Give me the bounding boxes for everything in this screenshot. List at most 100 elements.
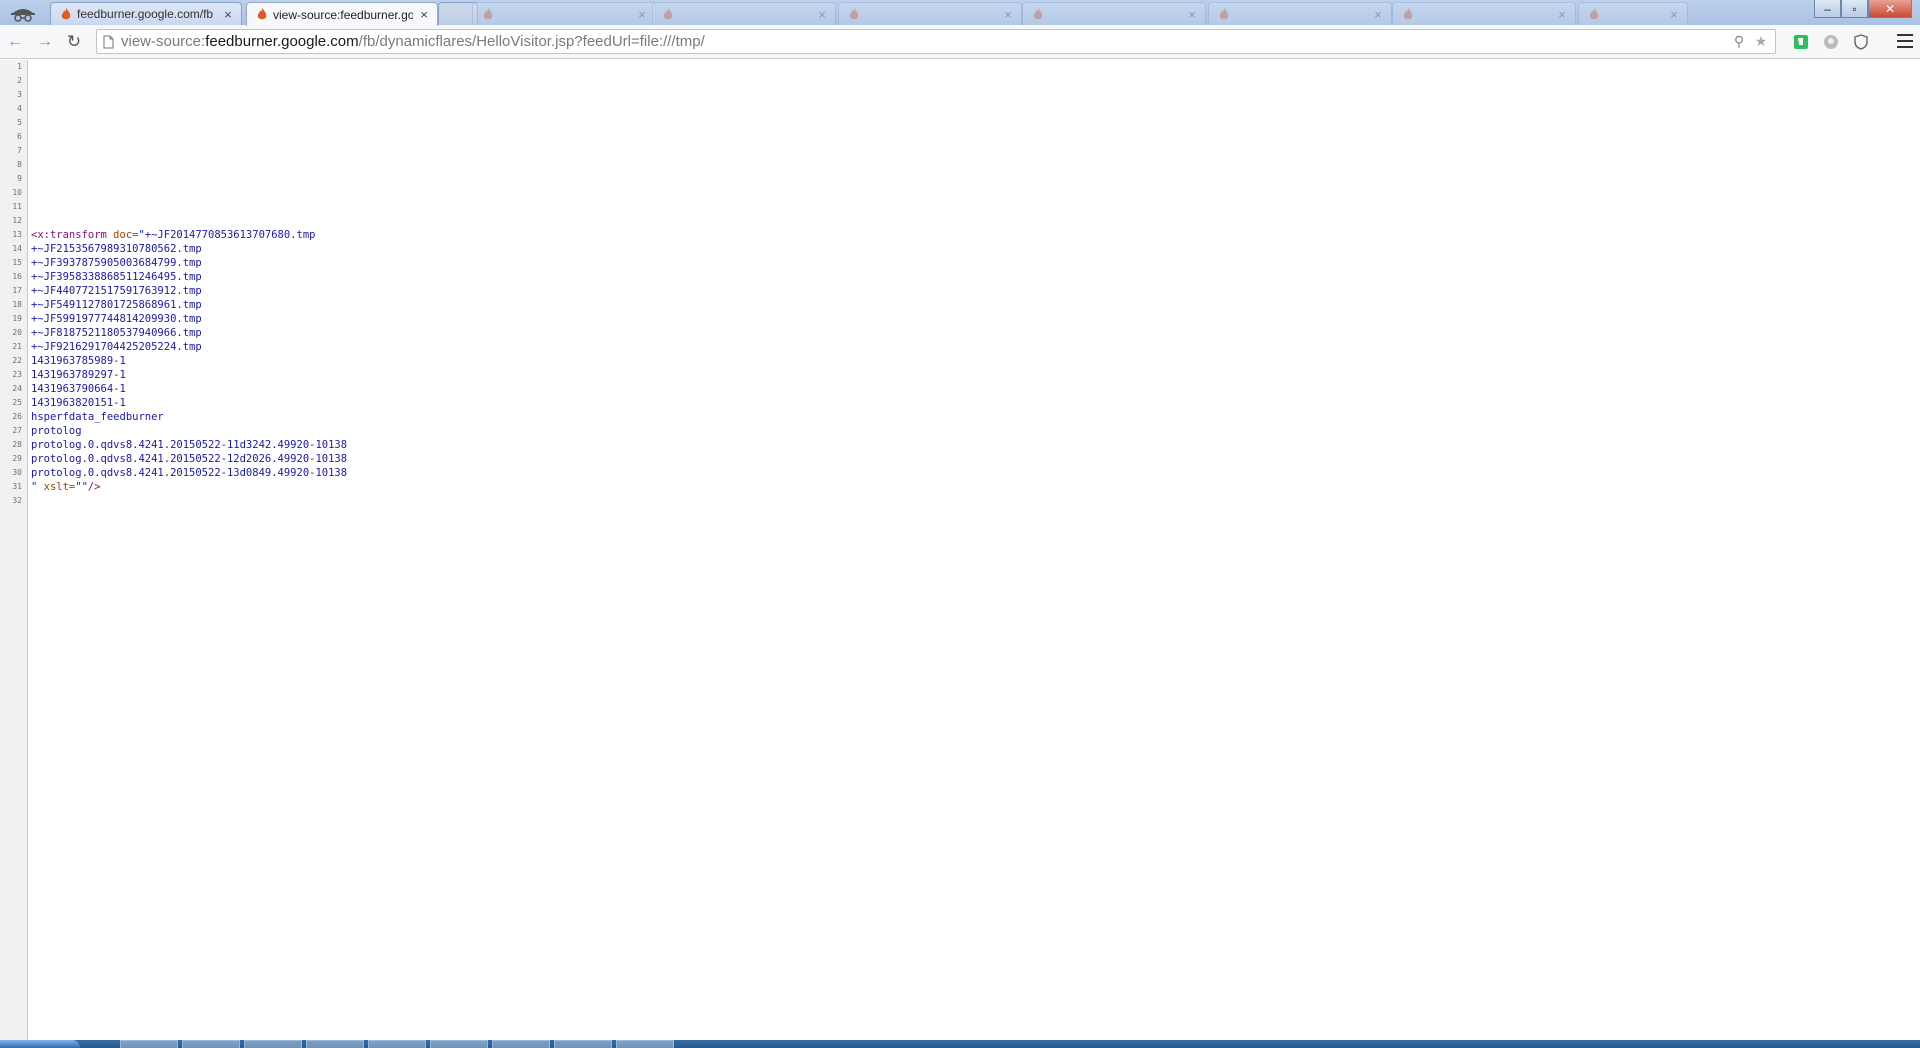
search-icon[interactable]: ⚲ [1731, 33, 1747, 49]
flame-favicon-icon [663, 8, 673, 20]
maximize-button[interactable]: ▫ [1841, 0, 1868, 18]
source-line: +~JF8187521180537940966.tmp [31, 326, 347, 340]
taskbar-item[interactable] [616, 1040, 674, 1048]
attr-value: +~JF5491127801725868961.tmp [31, 299, 202, 311]
close-window-button[interactable]: ✕ [1868, 0, 1912, 18]
flame-favicon-icon [1403, 8, 1413, 20]
browser-tab[interactable]: × [1022, 2, 1206, 25]
incognito-icon [6, 2, 40, 23]
source-line: protolog.0.qdvs8.4241.20150522-11d3242.4… [31, 438, 347, 452]
url-host: feedburner.google.com [205, 33, 359, 50]
taskbar-item[interactable] [120, 1040, 178, 1048]
browser-tab[interactable]: × [1392, 2, 1576, 25]
ghostery-icon[interactable] [1822, 33, 1840, 51]
taskbar-item[interactable] [306, 1040, 364, 1048]
browser-tab[interactable]: view-source:feedburner.go × [246, 2, 438, 26]
attr-value: +~JF8187521180537940966.tmp [31, 327, 202, 339]
tab-title: view-source:feedburner.go [273, 7, 413, 22]
minimize-button[interactable]: – [1814, 0, 1841, 18]
tab-close-icon[interactable]: × [1557, 7, 1567, 22]
bookmark-star-icon[interactable]: ★ [1753, 33, 1769, 49]
line-number: 32 [12, 496, 22, 505]
tab-close-icon[interactable]: × [419, 7, 429, 22]
attr-value: protolog.0.qdvs8.4241.20150522-13d0849.4… [31, 467, 348, 479]
flame-favicon-icon [257, 8, 267, 20]
reload-button[interactable]: ↻ [63, 31, 85, 53]
line-number: 16 [12, 272, 22, 281]
back-button[interactable]: ← [4, 31, 26, 53]
attr-name: xslt= [37, 481, 76, 493]
line-number: 30 [12, 468, 22, 477]
source-line [31, 102, 347, 116]
tab-close-icon[interactable]: × [1187, 7, 1197, 22]
shield-icon[interactable] [1852, 33, 1870, 51]
start-button[interactable] [0, 1040, 80, 1048]
line-number: 8 [17, 160, 22, 169]
line-number: 2 [17, 76, 22, 85]
line-number: 14 [12, 244, 22, 253]
url-prefix: view-source: [121, 33, 206, 50]
line-number: 31 [12, 482, 22, 491]
source-code: <x:transform doc="+~JF201477085361370768… [28, 60, 347, 1040]
browser-tab[interactable]: × [1208, 2, 1392, 25]
source-line: +~JF4407721517591763912.tmp [31, 284, 347, 298]
taskbar-item[interactable] [430, 1040, 488, 1048]
url-text[interactable]: view-source:feedburner.google.com/fb/dyn… [121, 33, 705, 50]
taskbar-item[interactable] [182, 1040, 240, 1048]
view-source-panel: 1 2 3 4 5 6 7 8 9 10 11 12 13 14 15 16 17 18 19 20 21 22 23 24 2… [0, 60, 1920, 1040]
taskbar-item[interactable] [368, 1040, 426, 1048]
browser-tab[interactable]: × [838, 2, 1022, 25]
flame-favicon-icon [1033, 8, 1043, 20]
flame-favicon-icon [61, 8, 71, 20]
attr-value: protolog.0.qdvs8.4241.20150522-11d3242.4… [31, 439, 348, 451]
line-number: 27 [12, 426, 22, 435]
tab-close-icon[interactable]: × [1003, 7, 1013, 22]
line-number: 28 [12, 440, 22, 449]
source-line: 1431963785989-1 [31, 354, 347, 368]
browser-tab[interactable]: × [652, 2, 836, 25]
source-line: 1431963820151-1 [31, 396, 347, 410]
line-number: 18 [12, 300, 22, 309]
source-line [31, 60, 347, 74]
evernote-icon[interactable] [1792, 33, 1810, 51]
source-line: <x:transform doc="+~JF201477085361370768… [31, 228, 347, 242]
windows-taskbar [0, 1040, 1920, 1048]
line-number: 25 [12, 398, 22, 407]
browser-tab[interactable]: feedburner.google.com/fb × [50, 2, 242, 25]
tag-name: /> [87, 481, 101, 493]
source-line [31, 130, 347, 144]
source-line [31, 74, 347, 88]
attr-value: protolog.0.qdvs8.4241.20150522-12d2026.4… [31, 453, 348, 465]
tab-close-icon[interactable]: × [223, 7, 233, 22]
source-line: +~JF3937875905003684799.tmp [31, 256, 347, 270]
line-number: 5 [17, 118, 22, 127]
attr-value: "" [75, 481, 88, 493]
flame-favicon-icon [483, 8, 493, 20]
line-number: 4 [17, 104, 22, 113]
forward-button[interactable]: → [34, 31, 56, 53]
taskbar-item[interactable] [492, 1040, 550, 1048]
page-icon [101, 34, 115, 50]
line-number: 1 [17, 62, 22, 71]
source-line: +~JF5491127801725868961.tmp [31, 298, 347, 312]
address-bar[interactable]: view-source:feedburner.google.com/fb/dyn… [96, 29, 1776, 54]
tab-close-icon[interactable]: × [637, 7, 647, 22]
line-number: 6 [17, 132, 22, 141]
line-number: 13 [12, 230, 22, 239]
line-number: 9 [17, 174, 22, 183]
taskbar-item[interactable] [244, 1040, 302, 1048]
browser-tab[interactable]: × [472, 2, 656, 25]
source-line [31, 116, 347, 130]
line-number-gutter: 1 2 3 4 5 6 7 8 9 10 11 12 13 14 15 16 17 18 19 20 21 22 23 24 2… [0, 60, 28, 1040]
browser-tab[interactable]: × [1578, 2, 1688, 25]
attr-value: +~JF4407721517591763912.tmp [31, 285, 202, 297]
chrome-menu-button[interactable] [1896, 32, 1914, 50]
line-number: 17 [12, 286, 22, 295]
tab-close-icon[interactable]: × [1669, 7, 1679, 22]
source-line: protolog.0.qdvs8.4241.20150522-12d2026.4… [31, 452, 347, 466]
taskbar-item[interactable] [554, 1040, 612, 1048]
tab-close-icon[interactable]: × [1373, 7, 1383, 22]
tab-strip: feedburner.google.com/fb × view-source:fee… [0, 0, 1920, 26]
line-number: 20 [12, 328, 22, 337]
tab-close-icon[interactable]: × [817, 7, 827, 22]
